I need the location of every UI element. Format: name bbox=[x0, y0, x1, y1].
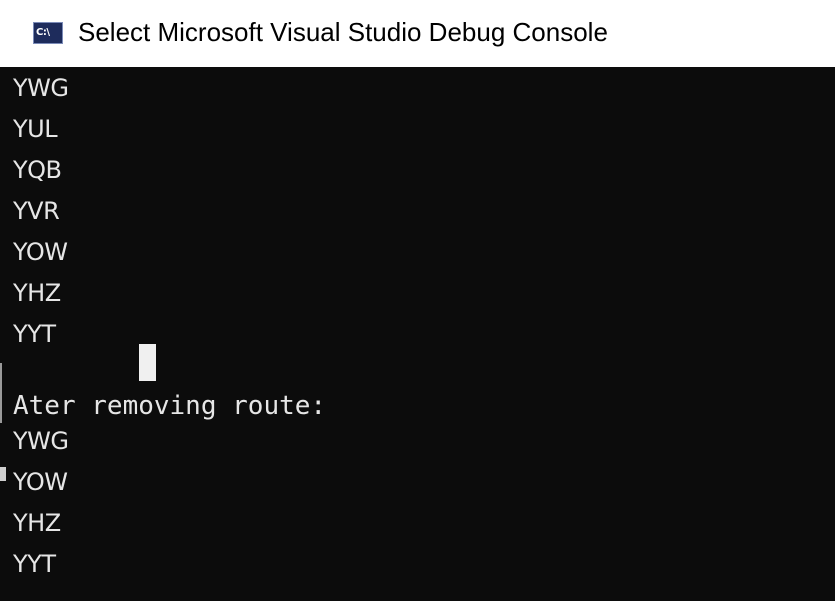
output-line: YQB bbox=[13, 156, 62, 184]
output-line: YYT bbox=[13, 550, 56, 578]
console-output[interactable]: YWG YUL YQB YVR YOW YHZ YYT Ater removin… bbox=[0, 67, 835, 601]
output-line: YYT bbox=[13, 320, 56, 348]
output-line: YHZ bbox=[13, 279, 61, 307]
window-edge-mark bbox=[0, 363, 2, 423]
text-cursor bbox=[139, 344, 156, 381]
window-title: Select Microsoft Visual Studio Debug Con… bbox=[78, 17, 608, 47]
window-edge-mark bbox=[0, 467, 6, 481]
output-line: YWG bbox=[13, 427, 69, 455]
output-line: YUL bbox=[13, 115, 58, 143]
output-line: YWG bbox=[13, 74, 69, 102]
output-line: YHZ bbox=[13, 509, 61, 537]
console-app-icon: C:\ bbox=[33, 22, 63, 44]
output-line: YVR bbox=[13, 197, 60, 225]
output-line: YOW bbox=[13, 468, 68, 496]
console-app-icon-text: C:\ bbox=[36, 27, 50, 38]
output-line: YOW bbox=[13, 238, 68, 266]
debug-console-window: C:\ Select Microsoft Visual Studio Debug… bbox=[0, 0, 835, 601]
title-bar[interactable]: C:\ Select Microsoft Visual Studio Debug… bbox=[0, 0, 835, 67]
removal-message: Ater removing route: bbox=[13, 391, 327, 421]
